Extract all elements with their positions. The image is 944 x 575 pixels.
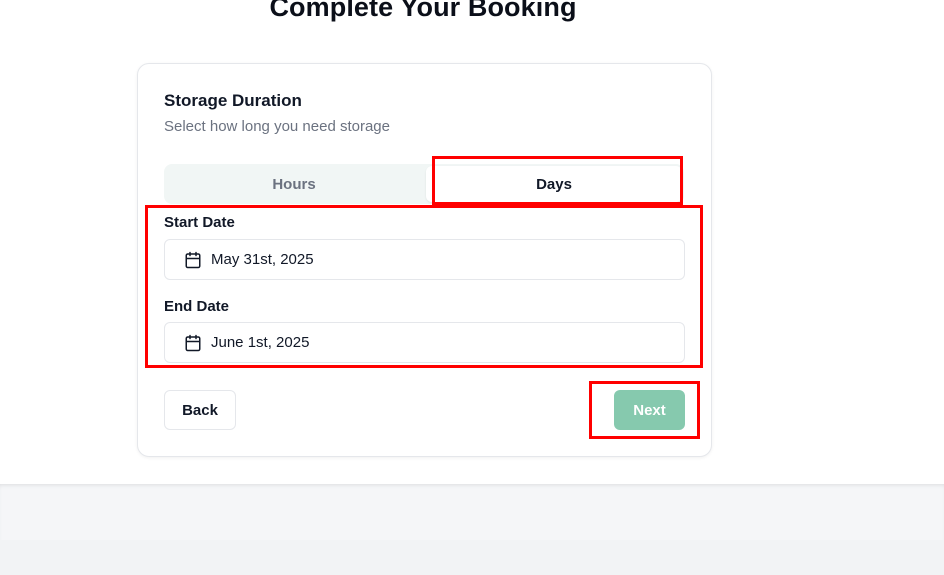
- end-date-label: End Date: [164, 298, 230, 315]
- storage-duration-card: Storage Duration Select how long you nee…: [137, 63, 712, 457]
- footer-band: [0, 484, 944, 540]
- card-title: Storage Duration: [164, 91, 302, 110]
- calendar-icon: [184, 251, 202, 269]
- page-title: Complete Your Booking: [269, 0, 577, 22]
- start-date-value: May 31st, 2025: [211, 251, 314, 268]
- back-button[interactable]: Back: [164, 390, 236, 430]
- start-date-picker[interactable]: May 31st, 2025: [164, 239, 685, 280]
- duration-tabs: Hours Days: [164, 164, 684, 204]
- tab-hours[interactable]: Hours: [164, 164, 424, 204]
- calendar-icon: [184, 334, 202, 352]
- end-date-picker[interactable]: June 1st, 2025: [164, 322, 685, 363]
- tab-days[interactable]: Days: [426, 166, 682, 202]
- next-button[interactable]: Next: [614, 390, 685, 430]
- end-date-value: June 1st, 2025: [211, 334, 310, 351]
- footer-bottom: [0, 540, 944, 575]
- start-date-label: Start Date: [164, 214, 235, 231]
- card-subtitle: Select how long you need storage: [164, 118, 390, 135]
